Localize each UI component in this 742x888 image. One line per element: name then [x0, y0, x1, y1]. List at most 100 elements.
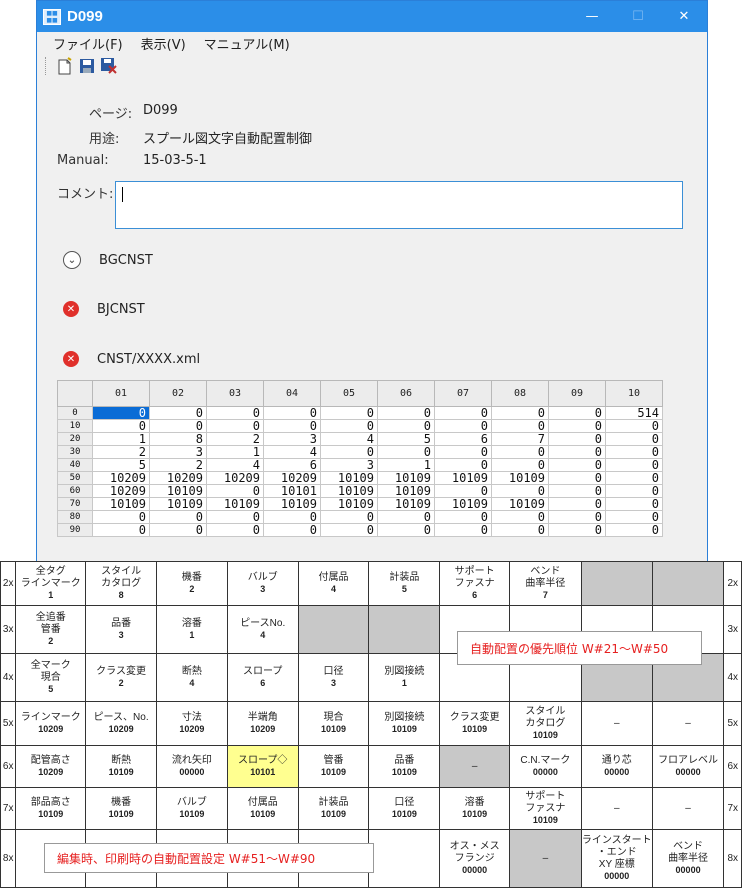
- grid-cell[interactable]: 0: [320, 419, 378, 433]
- grid-cell[interactable]: 0: [377, 523, 435, 537]
- grid-cell[interactable]: 10109: [377, 471, 435, 485]
- save-icon[interactable]: [78, 57, 96, 75]
- grid-column-header[interactable]: 03: [206, 380, 264, 407]
- grid-cell[interactable]: 0: [605, 432, 663, 446]
- grid-cell[interactable]: 0: [548, 445, 606, 459]
- grid-cell[interactable]: 8: [149, 432, 207, 446]
- grid-column-header[interactable]: 07: [434, 380, 492, 407]
- grid-cell[interactable]: 0: [605, 484, 663, 498]
- grid-cell[interactable]: 0: [263, 523, 321, 537]
- grid-cell[interactable]: 0: [320, 445, 378, 459]
- grid-column-header[interactable]: 04: [263, 380, 321, 407]
- grid-cell[interactable]: 10209: [149, 471, 207, 485]
- grid-cell[interactable]: 10209: [263, 471, 321, 485]
- status-cnst-xml[interactable]: ✕ CNST/XXXX.xml: [63, 351, 200, 367]
- grid-row-header[interactable]: 80: [57, 510, 93, 524]
- grid-cell[interactable]: 0: [548, 523, 606, 537]
- grid-cell[interactable]: 2: [149, 458, 207, 472]
- grid-cell[interactable]: 1: [377, 458, 435, 472]
- grid-cell[interactable]: 0: [491, 484, 549, 498]
- new-document-icon[interactable]: [56, 57, 74, 75]
- grid-cell[interactable]: 0: [263, 510, 321, 524]
- grid-cell[interactable]: 10109: [149, 497, 207, 511]
- grid-cell[interactable]: 0: [605, 510, 663, 524]
- grid-cell[interactable]: 0: [548, 471, 606, 485]
- grid-cell[interactable]: 0: [548, 406, 606, 420]
- title-bar[interactable]: ■■ ■■ D099 — ☐ ✕: [37, 1, 707, 32]
- grid-row-header[interactable]: 70: [57, 497, 93, 511]
- grid-cell[interactable]: 0: [206, 510, 264, 524]
- grid-cell[interactable]: 10209: [92, 471, 150, 485]
- grid-cell[interactable]: 0: [434, 445, 492, 459]
- grid-column-header[interactable]: 08: [491, 380, 549, 407]
- grid-cell[interactable]: 0: [434, 523, 492, 537]
- grid-cell[interactable]: 0: [92, 419, 150, 433]
- grid-cell[interactable]: 0: [92, 406, 150, 420]
- grid-cell[interactable]: 0: [206, 419, 264, 433]
- grid-column-header[interactable]: 05: [320, 380, 378, 407]
- grid-cell[interactable]: 0: [377, 406, 435, 420]
- grid-cell[interactable]: 1: [92, 432, 150, 446]
- grid-cell[interactable]: 0: [206, 406, 264, 420]
- grid-cell[interactable]: 5: [92, 458, 150, 472]
- grid-row-header[interactable]: 30: [57, 445, 93, 459]
- toolbar-grip[interactable]: [45, 57, 48, 75]
- grid-cell[interactable]: 4: [263, 445, 321, 459]
- grid-cell[interactable]: 0: [377, 510, 435, 524]
- grid-cell[interactable]: 0: [206, 484, 264, 498]
- grid-cell[interactable]: 4: [320, 432, 378, 446]
- grid-cell[interactable]: 10109: [320, 471, 378, 485]
- grid-cell[interactable]: 0: [605, 523, 663, 537]
- grid-cell[interactable]: 10109: [320, 497, 378, 511]
- grid-cell[interactable]: 10209: [92, 484, 150, 498]
- grid-cell[interactable]: 10109: [149, 484, 207, 498]
- status-bgcnst[interactable]: ⌄ BGCNST: [63, 251, 153, 269]
- grid-cell[interactable]: 0: [491, 419, 549, 433]
- grid-column-header[interactable]: 09: [548, 380, 606, 407]
- grid-cell[interactable]: 0: [320, 523, 378, 537]
- grid-cell[interactable]: 0: [149, 406, 207, 420]
- maximize-button[interactable]: ☐: [615, 1, 661, 32]
- grid-cell[interactable]: 10109: [320, 484, 378, 498]
- grid-row-header[interactable]: 0: [57, 406, 93, 420]
- grid-cell[interactable]: 6: [263, 458, 321, 472]
- grid-cell[interactable]: 2: [206, 432, 264, 446]
- grid-cell[interactable]: 1: [206, 445, 264, 459]
- grid-cell[interactable]: 0: [434, 484, 492, 498]
- menu-view[interactable]: 表示(V): [141, 34, 186, 53]
- grid-cell[interactable]: 4: [206, 458, 264, 472]
- grid-cell[interactable]: 0: [434, 510, 492, 524]
- minimize-button[interactable]: —: [569, 1, 615, 32]
- grid-cell[interactable]: 0: [548, 419, 606, 433]
- grid-cell[interactable]: 0: [605, 458, 663, 472]
- grid-cell[interactable]: 10109: [377, 484, 435, 498]
- grid-cell[interactable]: 10109: [263, 497, 321, 511]
- grid-cell[interactable]: 10109: [206, 497, 264, 511]
- grid-cell[interactable]: 0: [605, 419, 663, 433]
- grid-cell[interactable]: 3: [149, 445, 207, 459]
- grid-cell[interactable]: 6: [434, 432, 492, 446]
- grid-cell[interactable]: 10109: [491, 497, 549, 511]
- grid-cell[interactable]: 0: [491, 510, 549, 524]
- grid-column-header[interactable]: 06: [377, 380, 435, 407]
- grid-cell[interactable]: 0: [206, 523, 264, 537]
- grid-cell[interactable]: 0: [92, 523, 150, 537]
- grid-cell[interactable]: 0: [434, 406, 492, 420]
- grid-cell[interactable]: 0: [491, 406, 549, 420]
- grid-cell[interactable]: 0: [320, 406, 378, 420]
- comment-input[interactable]: [115, 181, 683, 229]
- grid-cell[interactable]: 5: [377, 432, 435, 446]
- menu-manual[interactable]: マニュアル(M): [204, 34, 290, 53]
- grid-cell[interactable]: 0: [491, 458, 549, 472]
- status-bjcnst[interactable]: ✕ BJCNST: [63, 301, 145, 317]
- grid-row-header[interactable]: 50: [57, 471, 93, 485]
- grid-cell[interactable]: 0: [149, 510, 207, 524]
- grid-row-header[interactable]: 90: [57, 523, 93, 537]
- grid-cell[interactable]: 0: [377, 445, 435, 459]
- grid-column-header[interactable]: 01: [92, 380, 150, 407]
- grid-cell[interactable]: 0: [149, 419, 207, 433]
- grid-cell[interactable]: 3: [263, 432, 321, 446]
- grid-row-header[interactable]: 20: [57, 432, 93, 446]
- grid-column-header[interactable]: 10: [605, 380, 663, 407]
- grid-cell[interactable]: 10209: [206, 471, 264, 485]
